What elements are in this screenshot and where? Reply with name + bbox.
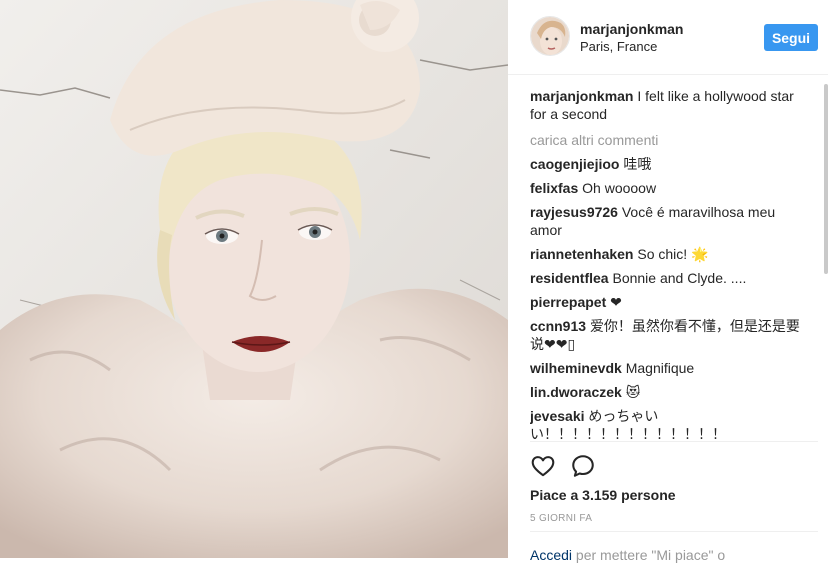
speech-bubble-icon — [572, 455, 594, 477]
post-location[interactable]: Paris, France — [580, 39, 657, 54]
like-button[interactable] — [530, 453, 556, 479]
comment-text: Bonnie and Clyde. .... — [612, 270, 747, 286]
likes-count[interactable]: Piace a 3.159 persone — [530, 487, 676, 503]
post-header: marjanjonkman Paris, France Segui — [508, 0, 828, 75]
divider — [530, 441, 818, 442]
comments-list[interactable]: marjanjonkman I felt like a hollywood st… — [530, 87, 800, 441]
comment-username[interactable]: felixfas — [530, 180, 578, 196]
comment-item: wilheminevdk Magnifique — [530, 359, 800, 377]
comment-item: caogenjiejioo 哇哦 — [530, 155, 800, 173]
post-photo[interactable] — [0, 0, 508, 558]
comment-item: pierrepapet ❤ — [530, 293, 800, 311]
comment-username[interactable]: wilheminevdk — [530, 360, 622, 376]
comment-text: 😻 — [625, 384, 641, 400]
comment-username[interactable]: caogenjiejioo — [530, 156, 619, 172]
login-link[interactable]: Accedi — [530, 547, 572, 563]
comment-username[interactable]: residentflea — [530, 270, 609, 286]
login-prompt: Accedi per mettere "Mi piace" o — [530, 547, 725, 563]
comment-username[interactable]: ccnn913 — [530, 318, 586, 334]
comment-item: riannetenhaken So chic! 🌟 — [530, 245, 800, 263]
follow-button[interactable]: Segui — [764, 24, 818, 51]
comment-text: So chic! 🌟 — [637, 246, 709, 262]
comment-username[interactable]: rayjesus9726 — [530, 204, 618, 220]
caption: marjanjonkman I felt like a hollywood st… — [530, 87, 800, 123]
post-username[interactable]: marjanjonkman — [580, 21, 683, 37]
portrait-photo — [0, 0, 508, 558]
avatar[interactable] — [530, 16, 570, 56]
comment-item: residentflea Bonnie and Clyde. .... — [530, 269, 800, 287]
caption-username[interactable]: marjanjonkman — [530, 88, 633, 104]
comment-item: lin.dworaczek 😻 — [530, 383, 800, 401]
post-side-panel: marjanjonkman Paris, France Segui marjan… — [508, 0, 828, 563]
login-prompt-text: per mettere "Mi piace" o — [572, 547, 726, 563]
comment-text: Oh woooow — [582, 180, 657, 196]
comment-item: rayjesus9726 Você é maravilhosa meu amor — [530, 203, 800, 239]
heart-outline-icon — [531, 456, 555, 477]
comment-item: ccnn913 爱你！虽然你看不懂，但是还是要说❤❤▯ — [530, 317, 800, 353]
comment-username[interactable]: lin.dworaczek — [530, 384, 622, 400]
comment-item: jevesaki めっちゃいい！！！！！！！！！！！！！ — [530, 407, 800, 441]
comment-username[interactable]: jevesaki — [530, 408, 585, 424]
avatar-image — [531, 17, 569, 55]
divider — [530, 531, 818, 532]
comment-username[interactable]: pierrepapet — [530, 294, 606, 310]
comment-text: ❤ — [610, 294, 622, 310]
comment-text: Magnifique — [625, 360, 695, 376]
comment-username[interactable]: riannetenhaken — [530, 246, 633, 262]
load-more-comments-link[interactable]: carica altri commenti — [530, 131, 800, 149]
post-timestamp[interactable]: 5 GIORNI FA — [530, 513, 592, 524]
comment-button[interactable] — [570, 453, 596, 479]
comment-text: 哇哦 — [623, 156, 652, 172]
comments-scrollbar[interactable] — [824, 84, 828, 274]
comment-item: felixfas Oh woooow — [530, 179, 800, 197]
